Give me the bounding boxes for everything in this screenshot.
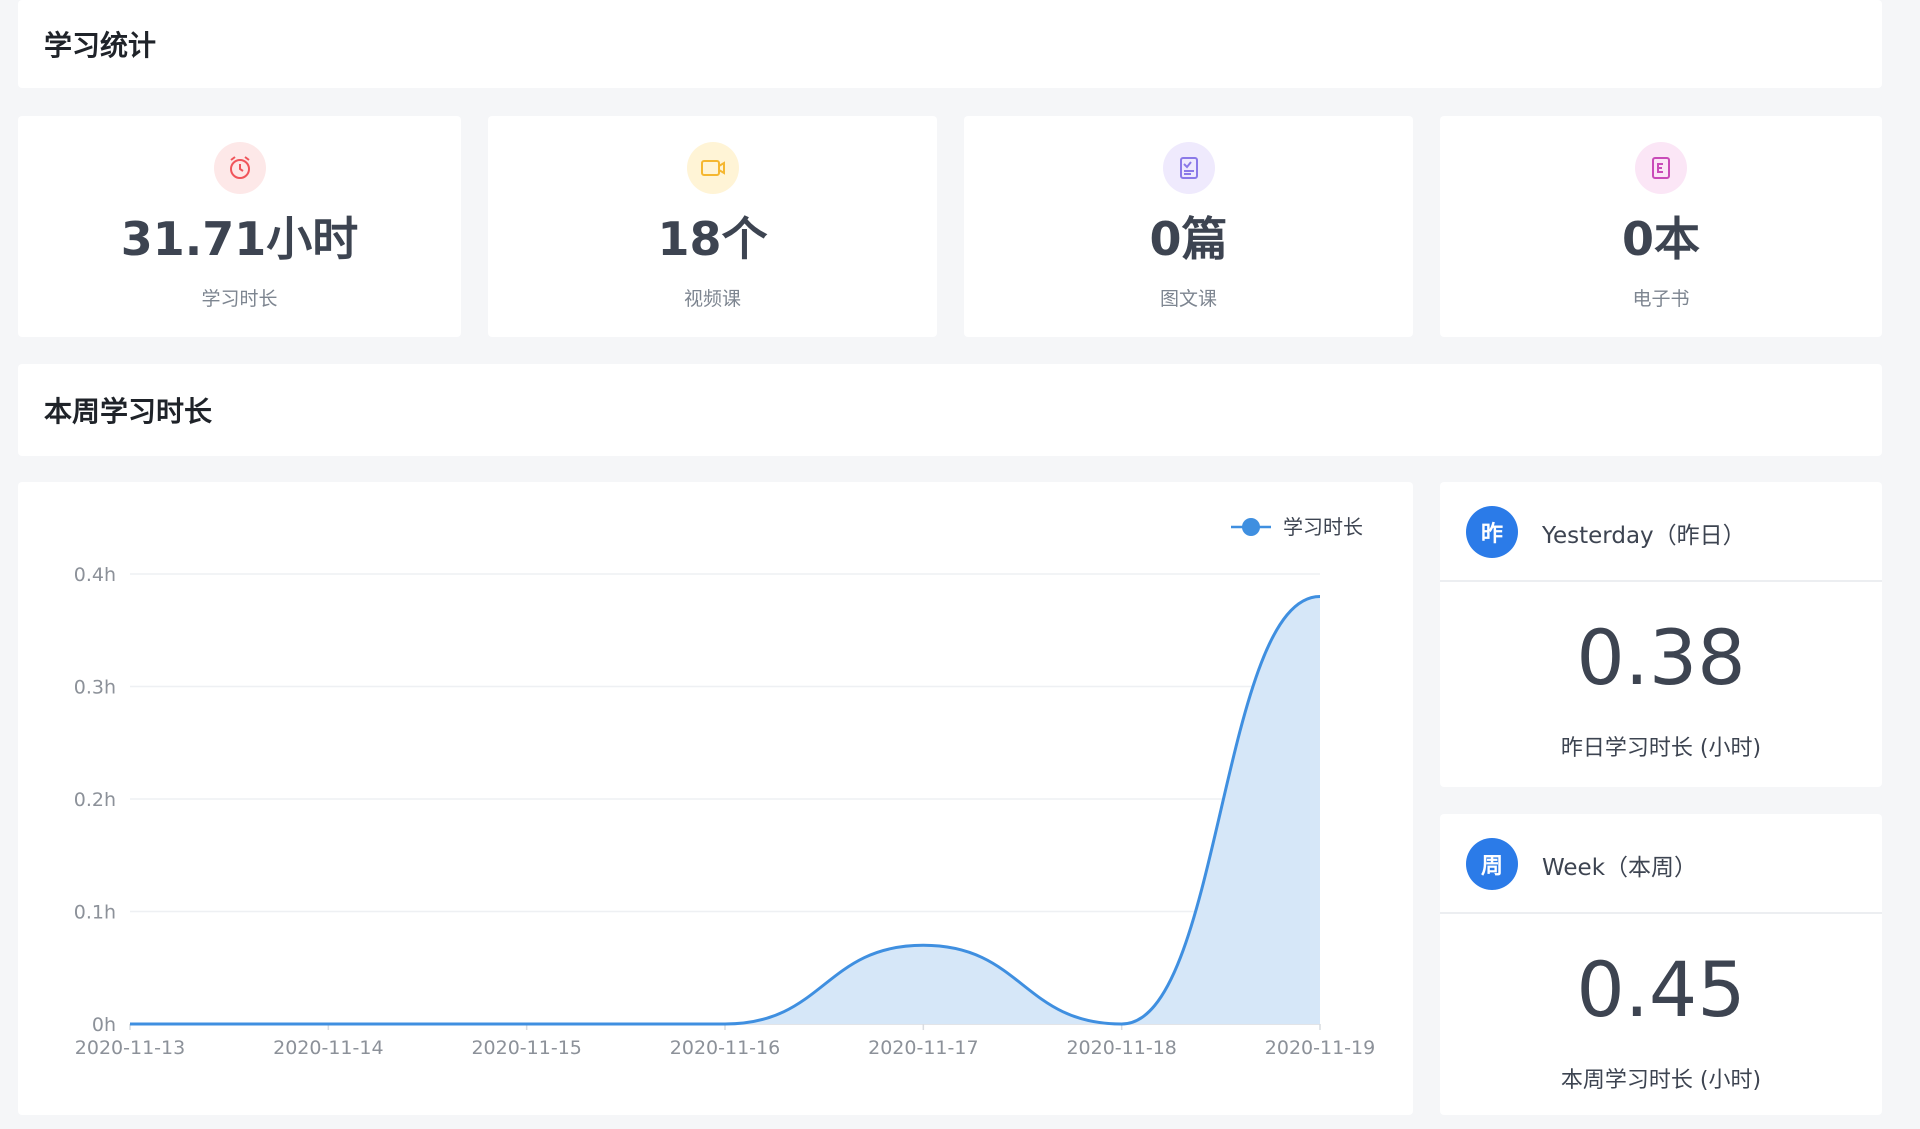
x-tick-label: 2020-11-14 bbox=[273, 1037, 383, 1059]
weekly-title-card: 本周学习时长 bbox=[18, 364, 1882, 456]
week-value: 0.45 bbox=[1576, 945, 1746, 1034]
y-tick-label: 0.2h bbox=[74, 789, 116, 811]
week-caption: 本周学习时长 (小时) bbox=[1560, 1068, 1762, 1093]
stat-value: 0篇 bbox=[1149, 212, 1228, 266]
week-badge: 周 bbox=[1466, 838, 1518, 890]
yesterday-value: 0.38 bbox=[1576, 613, 1746, 702]
week-title: Week（本周） bbox=[1542, 855, 1698, 881]
page-title: 学习统计 bbox=[44, 29, 157, 62]
yesterday-caption: 昨日学习时长 (小时) bbox=[1560, 736, 1762, 761]
yesterday-title: Yesterday（昨日） bbox=[1542, 523, 1746, 549]
y-tick-label: 0.4h bbox=[74, 564, 116, 586]
section-title: 本周学习时长 bbox=[44, 395, 213, 428]
yesterday-header: 昨 Yesterday（昨日） bbox=[1440, 482, 1882, 582]
week-header: 周 Week（本周） bbox=[1440, 814, 1882, 914]
stat-value: 18个 bbox=[657, 212, 768, 266]
stat-label: 视频课 bbox=[683, 288, 741, 310]
x-tick-label: 2020-11-15 bbox=[471, 1037, 581, 1059]
x-tick-label: 2020-11-16 bbox=[670, 1037, 780, 1059]
yesterday-badge: 昨 bbox=[1466, 506, 1518, 558]
y-tick-label: 0.3h bbox=[74, 677, 116, 699]
x-tick-label: 2020-11-13 bbox=[75, 1037, 185, 1059]
stat-label: 电子书 bbox=[1632, 288, 1690, 310]
legend-label: 学习时长 bbox=[1283, 515, 1363, 539]
week-card: 周 Week（本周） 0.45 本周学习时长 (小时) bbox=[1440, 814, 1882, 1115]
series-area bbox=[130, 596, 1320, 1024]
stat-value: 31.71小时 bbox=[120, 212, 359, 266]
alarm-clock-icon bbox=[213, 142, 266, 194]
stat-card-study-time[interactable]: 31.71小时 学习时长 bbox=[18, 116, 461, 337]
series-line bbox=[129, 595, 1321, 1026]
yesterday-card: 昨 Yesterday（昨日） 0.38 昨日学习时长 (小时) bbox=[1440, 482, 1882, 787]
stat-value: 0本 bbox=[1621, 212, 1700, 266]
stat-card-video-course[interactable]: 18个 视频课 bbox=[488, 116, 937, 337]
x-tick-label: 2020-11-18 bbox=[1066, 1037, 1176, 1059]
stat-card-article-course[interactable]: 0篇 图文课 bbox=[964, 116, 1413, 337]
y-tick-label: 0h bbox=[92, 1014, 116, 1036]
x-tick-label: 2020-11-19 bbox=[1265, 1037, 1375, 1059]
stat-label: 图文课 bbox=[1159, 288, 1217, 310]
ebook-icon bbox=[1635, 142, 1687, 194]
stat-card-ebook[interactable]: 0本 电子书 bbox=[1440, 116, 1882, 337]
article-icon bbox=[1162, 142, 1215, 194]
stat-label: 学习时长 bbox=[201, 288, 278, 310]
legend-marker bbox=[1242, 518, 1260, 536]
header-card: 学习统计 bbox=[18, 0, 1882, 88]
line-chart: 0h 0.1h 0.2h 0.3h 0.4h 2020-11-13 2020-11-14 20… bbox=[74, 515, 1375, 1059]
chart-card: 0h 0.1h 0.2h 0.3h 0.4h 2020-11-13 2020-11-14 20… bbox=[18, 482, 1413, 1115]
video-icon bbox=[686, 142, 739, 194]
x-tick-label: 2020-11-17 bbox=[868, 1037, 978, 1059]
y-tick-label: 0.1h bbox=[74, 902, 116, 924]
